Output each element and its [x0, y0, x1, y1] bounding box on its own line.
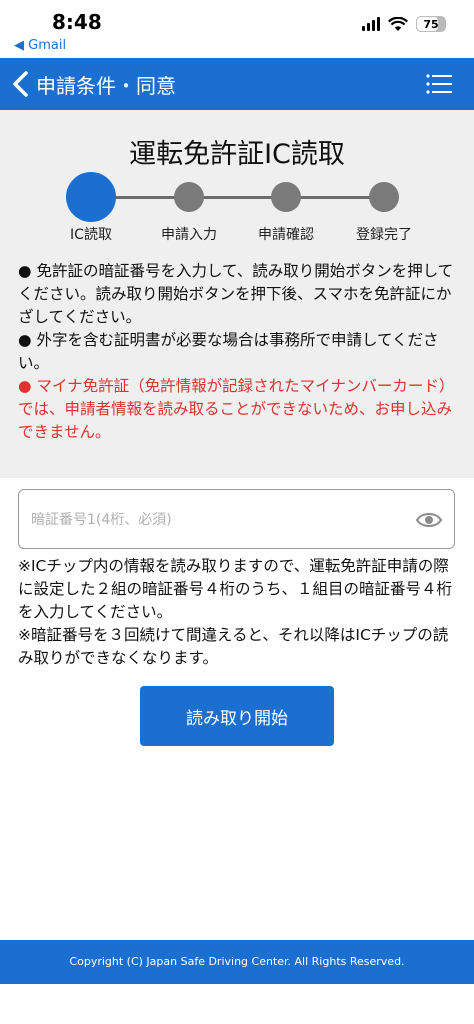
header-title: 申請条件・同意 [36, 74, 176, 98]
instructions-panel: 運転免許証IC読取 IC読取 申請入力 申請確認 登録完了 ● 免許証の暗証番号… [0, 110, 474, 478]
instruction-list: ● 免許証の暗証番号を入力して、読み取り開始ボタンを押してください。読み取り開始… [18, 260, 458, 444]
page-title: 運転免許証IC読取 [129, 139, 345, 170]
battery-level: 75 [423, 17, 439, 31]
step-2-indicator [174, 182, 204, 212]
wifi-icon [388, 16, 408, 31]
step-3-label: 申請確認 [258, 227, 314, 243]
pin-notes: ※ICチップ内の情報を読み取りますので、運転免許証申請の際に設定した２組の暗証番… [18, 555, 462, 670]
chevron-left-icon[interactable] [10, 70, 32, 98]
pin-field [18, 489, 455, 549]
instruction-item: ● 外字を含む証明書が必要な場合は事務所で申請してください。 [18, 331, 439, 372]
step-3-indicator [271, 182, 301, 212]
warning-item: ● マイナ免許証（免許情報が記録されたマイナンバーカード）では、申請者情報を読み… [18, 377, 455, 441]
instruction-item: ● 免許証の暗証番号を入力して、読み取り開始ボタンを押してください。読み取り開始… [18, 262, 454, 326]
start-reading-button[interactable]: 読み取り開始 [140, 686, 334, 746]
step-1-label: IC読取 [70, 227, 112, 243]
progress-stepper: IC読取 申請入力 申請確認 登録完了 [0, 172, 474, 256]
hamburger-menu-icon[interactable] [426, 74, 452, 94]
step-4-indicator [369, 182, 399, 212]
pin-input[interactable] [29, 506, 413, 534]
status-icons: 75 [362, 16, 446, 32]
step-1-indicator [66, 172, 116, 222]
stepper-line [91, 196, 385, 199]
status-time: 8:48 [52, 10, 102, 34]
footer-copyright: Copyright (C) Japan Safe Driving Center.… [0, 940, 474, 984]
note-item: ※暗証番号を３回続けて間違えると、それ以降はICチップの読み取りができなくなりま… [18, 626, 449, 667]
app-header: 申請条件・同意 [0, 58, 474, 110]
step-2-label: 申請入力 [161, 227, 217, 243]
eye-icon[interactable] [416, 509, 442, 531]
back-to-gmail-link[interactable]: ◀ Gmail [14, 38, 66, 53]
note-item: ※ICチップ内の情報を読み取りますので、運転免許証申請の際に設定した２組の暗証番… [18, 557, 453, 621]
battery-icon: 75 [416, 16, 446, 32]
step-4-label: 登録完了 [356, 227, 412, 243]
status-bar: 8:48 ◀ Gmail 75 [0, 0, 474, 58]
cellular-signal-icon [362, 17, 380, 31]
